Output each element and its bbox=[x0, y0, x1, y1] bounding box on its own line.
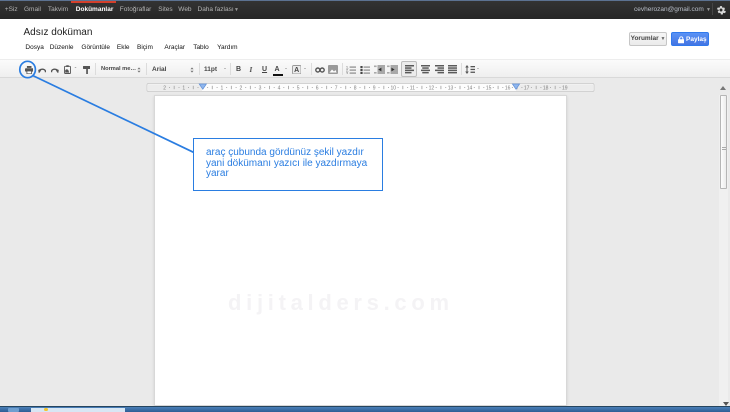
svg-text:4: 4 bbox=[278, 86, 281, 92]
svg-text:13: 13 bbox=[448, 86, 454, 92]
svg-text:19: 19 bbox=[562, 86, 568, 92]
svg-text:8: 8 bbox=[354, 86, 357, 92]
svg-text:1: 1 bbox=[182, 86, 185, 92]
svg-text:12: 12 bbox=[429, 86, 435, 92]
svg-text:9: 9 bbox=[373, 86, 376, 92]
svg-text:6: 6 bbox=[316, 86, 319, 92]
svg-text:3: 3 bbox=[259, 86, 262, 92]
svg-text:7: 7 bbox=[335, 86, 338, 92]
svg-text:10: 10 bbox=[391, 86, 397, 92]
svg-text:11: 11 bbox=[410, 86, 415, 92]
svg-text:15: 15 bbox=[486, 86, 492, 92]
svg-text:3.: 3. bbox=[346, 72, 349, 74]
svg-text:17: 17 bbox=[524, 86, 530, 92]
svg-text:18: 18 bbox=[543, 86, 549, 92]
svg-text:A: A bbox=[294, 67, 299, 74]
svg-text:1: 1 bbox=[221, 86, 224, 92]
svg-text:5: 5 bbox=[297, 86, 300, 92]
svg-text:2: 2 bbox=[240, 86, 243, 92]
svg-text:14: 14 bbox=[467, 86, 473, 92]
svg-text:16: 16 bbox=[505, 86, 511, 92]
svg-text:2: 2 bbox=[163, 86, 166, 92]
